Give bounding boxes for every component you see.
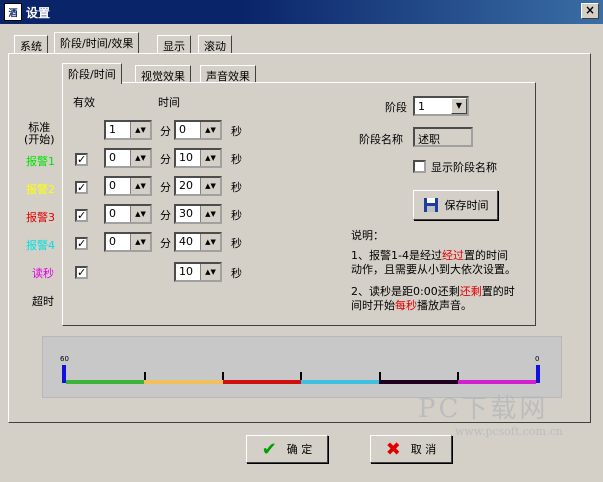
close-icon: ✖ [385,438,401,460]
row-label-alarm3: 报警3 [26,211,55,224]
watermark-url: www.pcsoft.com.cn [455,425,563,438]
tab-stage-time-effect[interactable]: 阶段/时间/效果 [54,32,140,53]
cancel-button[interactable]: ✖ 取 消 [370,435,452,463]
timeline-segment-alarm2 [144,380,223,384]
note-title: 说明： [351,229,384,242]
unit-sec: 秒 [231,153,242,166]
timeline-start-label: 60 [60,355,69,363]
watermark-text: PC下载网 [418,394,549,424]
save-icon [423,198,438,212]
timeline-end-marker[interactable] [536,365,540,383]
timeline-segment-countdown [379,380,458,384]
minutes-stepper[interactable]: 0 ▲▼ [104,148,152,168]
checkbox-alarm4[interactable]: ✓ [75,237,88,250]
unit-min: 分 [160,237,171,250]
checkbox-alarm2[interactable]: ✓ [75,181,88,194]
seconds-stepper[interactable]: 10 ▲▼ [174,148,222,168]
unit-sec: 秒 [231,181,242,194]
row-label-alarm4: 报警4 [26,239,55,252]
save-time-label: 保存时间 [444,199,489,212]
note-paragraph-1: 1、报警1-4是经过经过置的时间 动作，且需要从小到大依次设置。 [351,249,516,276]
check-icon: ✔ [261,438,277,460]
tab-system[interactable]: 系统 [14,35,48,54]
chevron-down-icon: ▼ [451,98,467,114]
timeline-tick [144,372,146,380]
timeline-segment-alarm1 [66,380,145,384]
stage-label: 阶段 [385,101,407,114]
save-time-button[interactable]: 保存时间 [413,190,498,220]
seconds-stepper[interactable]: 30 ▲▼ [174,204,222,224]
timeline-bar [66,380,536,384]
seconds-stepper[interactable]: 20 ▲▼ [174,176,222,196]
timeline-segment-overtime [457,380,536,384]
show-stage-name-label: 显示阶段名称 [431,161,497,174]
stage-name-label: 阶段名称 [359,133,403,146]
unit-sec: 秒 [231,209,242,222]
seconds-stepper[interactable]: 0 ▲▼ [174,120,222,140]
row-label-alarm1: 报警1 [26,155,55,168]
timeline-segment-alarm3 [222,380,301,384]
row-label-alarm2: 报警2 [26,183,55,196]
timeline-tick [457,372,459,380]
tab-scroll[interactable]: 滚动 [198,35,232,54]
ok-label: 确 定 [286,443,313,456]
title-bar: 酒 设置 × [0,0,603,24]
stage-name-field[interactable]: 述职 [413,127,473,147]
timeline-end-label: 0 [535,355,540,363]
unit-min: 分 [160,209,171,222]
checkbox-alarm1[interactable]: ✓ [75,153,88,166]
header-time: 时间 [158,96,180,109]
show-stage-name-checkbox[interactable] [413,160,426,173]
timeline-tick [222,372,224,380]
window-title: 设置 [26,6,51,20]
row-label-standard: 标准 (开始) [24,121,55,146]
unit-min: 分 [160,153,171,166]
checkbox-alarm3[interactable]: ✓ [75,209,88,222]
app-icon: 酒 [4,3,22,21]
unit-sec: 秒 [231,125,242,138]
minutes-stepper[interactable]: 0 ▲▼ [104,176,152,196]
minutes-stepper[interactable]: 1 ▲▼ [104,120,152,140]
row-label-overtime: 超时 [32,295,54,308]
note-paragraph-2: 2、读秒是距0:00还剩还剩置的时 间时开始每秒播放声音。 [351,285,515,312]
seconds-stepper[interactable]: 10 ▲▼ [174,262,222,282]
cancel-label: 取 消 [410,443,437,456]
minutes-stepper[interactable]: 0 ▲▼ [104,232,152,252]
unit-sec: 秒 [231,237,242,250]
minutes-stepper[interactable]: 0 ▲▼ [104,204,152,224]
row-label-countdown: 读秒 [32,267,54,280]
ok-button[interactable]: ✔ 确 定 [246,435,328,463]
unit-sec: 秒 [231,267,242,280]
header-enabled: 有效 [73,96,95,109]
timeline-tick [300,372,302,380]
unit-min: 分 [160,181,171,194]
stage-select[interactable]: 1 ▼ [413,96,469,116]
unit-min: 分 [160,125,171,138]
close-button[interactable]: × [581,3,599,19]
timeline-tick [379,372,381,380]
timeline-segment-alarm4 [300,380,380,384]
tab-display[interactable]: 显示 [157,35,191,54]
seconds-stepper[interactable]: 40 ▲▼ [174,232,222,252]
subtab-stage-time[interactable]: 阶段/时间 [62,63,122,84]
checkbox-countdown[interactable]: ✓ [75,266,88,279]
